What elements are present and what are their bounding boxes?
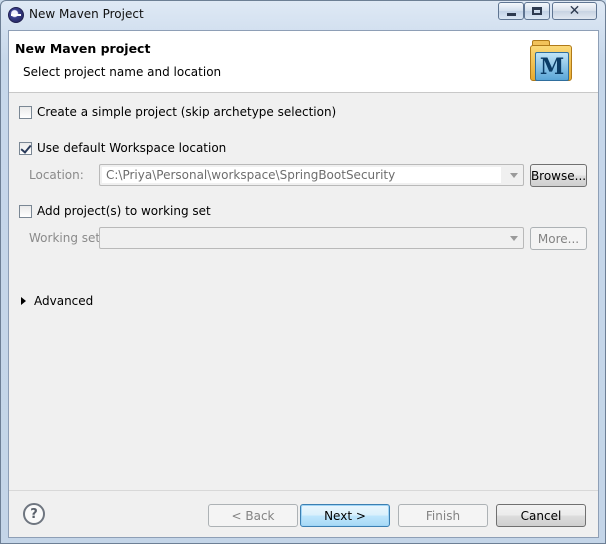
chevron-down-icon[interactable] (510, 173, 518, 178)
minimize-icon (506, 12, 516, 16)
close-button[interactable]: ✕ (552, 2, 597, 20)
simple-project-option[interactable]: Create a simple project (skip archetype … (19, 105, 336, 119)
expand-triangle-icon (21, 297, 26, 305)
default-workspace-checkbox[interactable] (19, 141, 32, 155)
minimize-button[interactable] (498, 2, 524, 20)
wizard-header: New Maven project Select project name an… (9, 31, 598, 93)
location-combo[interactable]: C:\Priya\Personal\workspace\SpringBootSe… (99, 164, 524, 186)
maximize-icon (532, 7, 542, 15)
browse-button[interactable]: Browse... (530, 164, 587, 187)
back-button[interactable]: < Back (208, 504, 298, 527)
maximize-button[interactable] (524, 2, 550, 20)
working-set-value (102, 230, 501, 246)
working-set-checkbox[interactable] (19, 204, 32, 218)
maven-logo-letter: M (535, 52, 569, 81)
advanced-section-toggle[interactable]: Advanced (21, 294, 93, 308)
location-label: Location: (29, 168, 84, 182)
page-description: Select project name and location (23, 65, 222, 79)
location-value: C:\Priya\Personal\workspace\SpringBootSe… (102, 167, 501, 183)
working-set-checkbox-label: Add project(s) to working set (37, 204, 211, 218)
dialog-window: New Maven Project ✕ New Maven project Se… (0, 0, 606, 544)
eclipse-icon (8, 7, 24, 23)
default-workspace-option[interactable]: Use default Workspace location (19, 141, 226, 155)
working-set-label: Working set: (29, 231, 105, 245)
simple-project-checkbox[interactable] (19, 105, 32, 119)
window-title: New Maven Project (29, 7, 144, 21)
next-button[interactable]: Next > (300, 504, 390, 527)
help-icon[interactable]: ? (23, 503, 45, 525)
finish-button[interactable]: Finish (398, 504, 488, 527)
cancel-button[interactable]: Cancel (496, 504, 586, 527)
working-set-option[interactable]: Add project(s) to working set (19, 204, 211, 218)
wizard-body: Create a simple project (skip archetype … (9, 94, 598, 489)
default-workspace-label: Use default Workspace location (37, 141, 227, 155)
title-bar[interactable]: New Maven Project ✕ (1, 1, 605, 29)
dialog-client: New Maven project Select project name an… (8, 30, 599, 538)
close-icon: ✕ (568, 3, 581, 19)
simple-project-label: Create a simple project (skip archetype … (37, 105, 337, 119)
page-title: New Maven project (15, 41, 151, 56)
more-button[interactable]: More... (530, 227, 587, 250)
advanced-label: Advanced (34, 294, 94, 308)
maven-icon: M (528, 39, 574, 83)
working-set-combo[interactable] (99, 227, 524, 249)
button-bar: ? < Back Next > Finish Cancel (9, 490, 598, 537)
chevron-down-icon[interactable] (510, 236, 518, 241)
